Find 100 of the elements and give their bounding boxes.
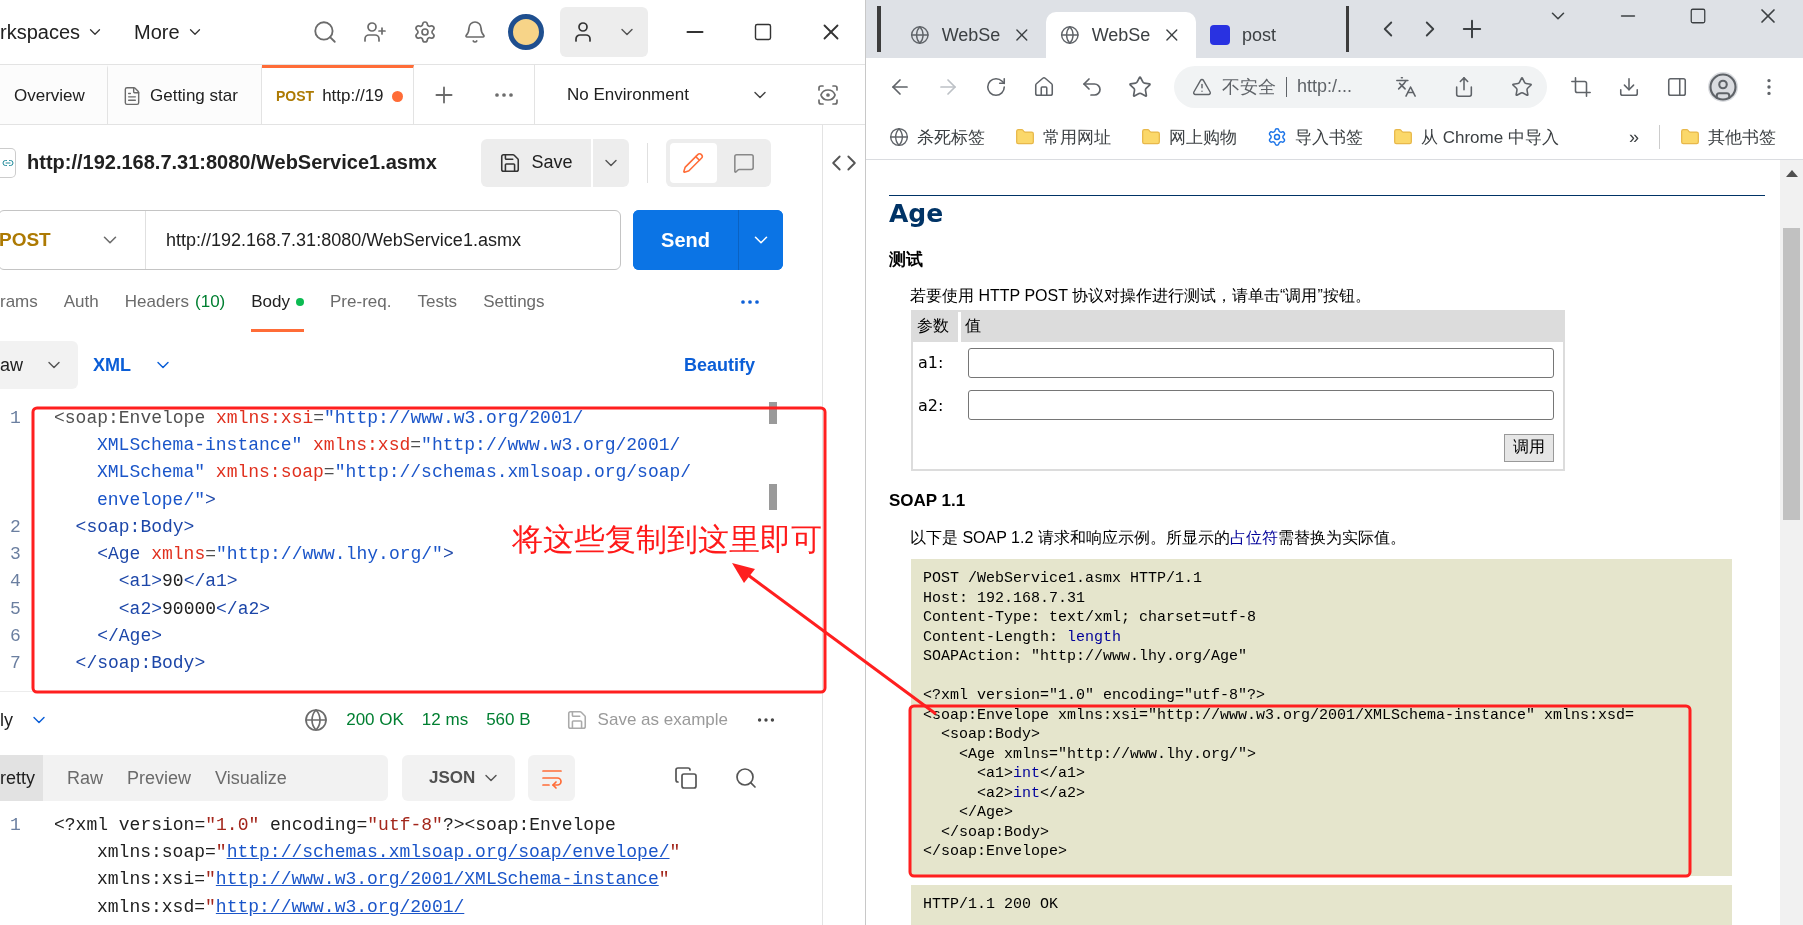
crop-icon[interactable]	[1570, 75, 1592, 98]
code-line: <a2>90000</a2>	[117, 598, 271, 619]
home-icon[interactable]	[1033, 75, 1055, 98]
code-line: <a1>int</a1>	[976, 764, 1087, 784]
view-tab[interactable]: retty	[0, 755, 43, 801]
environment-icon[interactable]	[815, 82, 840, 107]
request-section-tab[interactable]: Tests	[417, 272, 458, 332]
workspaces-menu[interactable]: rkspaces	[0, 20, 105, 44]
star-icon[interactable]	[1128, 74, 1152, 99]
account-button[interactable]	[560, 7, 648, 57]
folder-icon	[1141, 127, 1161, 147]
section-heading: 测试	[889, 249, 924, 271]
side-panel-icon[interactable]	[1666, 75, 1688, 98]
line-number: 3	[9, 544, 22, 565]
browser-tab[interactable]: post	[1196, 12, 1346, 58]
request-title: http://192.168.7.31:8080/WebService1.asmx	[27, 151, 437, 174]
body-type-select[interactable]: aw	[0, 341, 78, 389]
bookmark[interactable]: 网上购物	[1169, 125, 1237, 149]
download-icon[interactable]	[1618, 75, 1640, 98]
parameter-label: a2:	[918, 395, 945, 415]
code-line: </soap:Body>	[940, 822, 1051, 842]
view-tab[interactable]: Visualize	[215, 755, 287, 801]
more-menu[interactable]: More	[134, 20, 204, 44]
response-body-select[interactable]: ly	[0, 709, 13, 731]
page-heading: Age	[889, 199, 945, 229]
request-section-tab[interactable]: Auth	[63, 272, 99, 332]
pencil-icon[interactable]	[682, 151, 705, 174]
avatar[interactable]	[508, 14, 544, 50]
save-button[interactable]: Save	[481, 138, 591, 187]
url-bar[interactable]: POST http://192.168.7.31:8080/WebService1.asmx	[0, 210, 621, 270]
bell-icon[interactable]	[463, 20, 487, 44]
browser-tab[interactable]: WebSe	[1046, 12, 1196, 58]
size-text: 560 B	[486, 710, 531, 730]
input-field[interactable]	[968, 390, 1554, 421]
request-section-tab[interactable]: Headers (10)	[124, 272, 226, 332]
request-section-tab[interactable]: rams	[0, 272, 38, 332]
code-line: <a2>int</a2>	[976, 783, 1087, 803]
line-number: 4	[9, 571, 22, 592]
code-line: <Age xmlns="http://www.lhy.org/">	[96, 544, 454, 565]
url-field[interactable]: http://192.168.7.31:8080/WebService1.asmx	[146, 229, 521, 251]
line-number: 1	[9, 407, 22, 428]
format-select[interactable]: JSON	[402, 755, 515, 801]
language-select[interactable]: XML	[93, 354, 173, 376]
environment-select[interactable]: No Environment	[534, 65, 790, 124]
code-line: <soap:Body>	[74, 516, 195, 537]
code-line: HTTP/1.1 200 OK	[923, 894, 1060, 914]
code-line: Content-Length: length	[923, 627, 1123, 647]
method-select[interactable]: POST	[0, 229, 51, 251]
folder-icon	[1015, 127, 1035, 147]
globe-icon	[304, 708, 329, 732]
request-section-tab[interactable]: Pre-req.	[330, 272, 392, 332]
search-icon[interactable]	[312, 19, 338, 45]
bookmark[interactable]: 杀死标签	[917, 125, 985, 149]
view-tab[interactable]: Preview	[127, 755, 192, 801]
star-icon[interactable]	[1511, 75, 1533, 98]
request-tab[interactable]: POST http://19	[262, 65, 414, 124]
time-text: 12 ms	[421, 710, 469, 730]
profile-avatar[interactable]	[1708, 71, 1738, 102]
line-number: 2	[9, 516, 22, 537]
paw-icon	[1210, 25, 1230, 45]
copy-icon[interactable]	[674, 766, 698, 790]
edit-button[interactable]	[670, 142, 717, 183]
share-icon[interactable]	[1453, 75, 1475, 98]
bookmark[interactable]: 常用网址	[1043, 125, 1111, 149]
beautify-link[interactable]: Beautify	[684, 354, 755, 376]
code-line: xmlns:soap="http://schemas.xmlsoap.org/soap/envelope/"	[97, 841, 681, 862]
code-line: <a1>90</a1>	[117, 571, 238, 592]
comment-icon[interactable]	[732, 151, 755, 174]
bookmark[interactable]: 其他书签	[1707, 125, 1776, 149]
line-number: 1	[9, 814, 22, 835]
more-bookmarks-button[interactable]: »	[1628, 126, 1639, 148]
maximize-icon[interactable]	[753, 22, 773, 42]
settings-icon[interactable]	[413, 20, 437, 44]
save-icon[interactable]	[499, 151, 522, 174]
document-icon[interactable]	[122, 86, 142, 106]
line-number: 7	[9, 653, 22, 674]
invoke-button[interactable]: 调用	[1504, 433, 1554, 462]
search-icon[interactable]	[734, 766, 758, 790]
view-tab[interactable]: Raw	[67, 755, 104, 801]
translate-icon[interactable]	[1395, 75, 1417, 98]
folder-icon	[1679, 127, 1700, 147]
reload-icon[interactable]	[985, 75, 1007, 98]
maximize-icon[interactable]	[1689, 7, 1707, 25]
address-bar[interactable]: 不安全 http:/...	[1174, 65, 1547, 108]
code-line: </soap:Envelope>	[923, 842, 1069, 862]
scrollbar[interactable]	[769, 402, 777, 510]
bookmark[interactable]: 导入书签	[1295, 125, 1363, 149]
scrollbar[interactable]	[1780, 160, 1803, 925]
code-line: xmlns:xsi="http://www.w3.org/2001/XMLSchema-instance"	[97, 869, 670, 890]
placeholder-link[interactable]: 占位符	[1229, 529, 1278, 546]
add-user-icon[interactable]	[363, 20, 387, 44]
gear-icon	[1267, 127, 1287, 147]
input-field[interactable]	[968, 347, 1554, 378]
code-line: envelope/">	[97, 489, 216, 510]
browser-tab[interactable]: WebSe	[896, 12, 1046, 58]
folder-icon	[1393, 127, 1413, 147]
request-section-tab[interactable]: Settings	[483, 272, 545, 332]
request-section-tab[interactable]: Body	[251, 272, 304, 332]
section-heading: SOAP 1.1	[889, 490, 967, 512]
bookmark[interactable]: 从 Chrome 中导入	[1421, 125, 1559, 149]
